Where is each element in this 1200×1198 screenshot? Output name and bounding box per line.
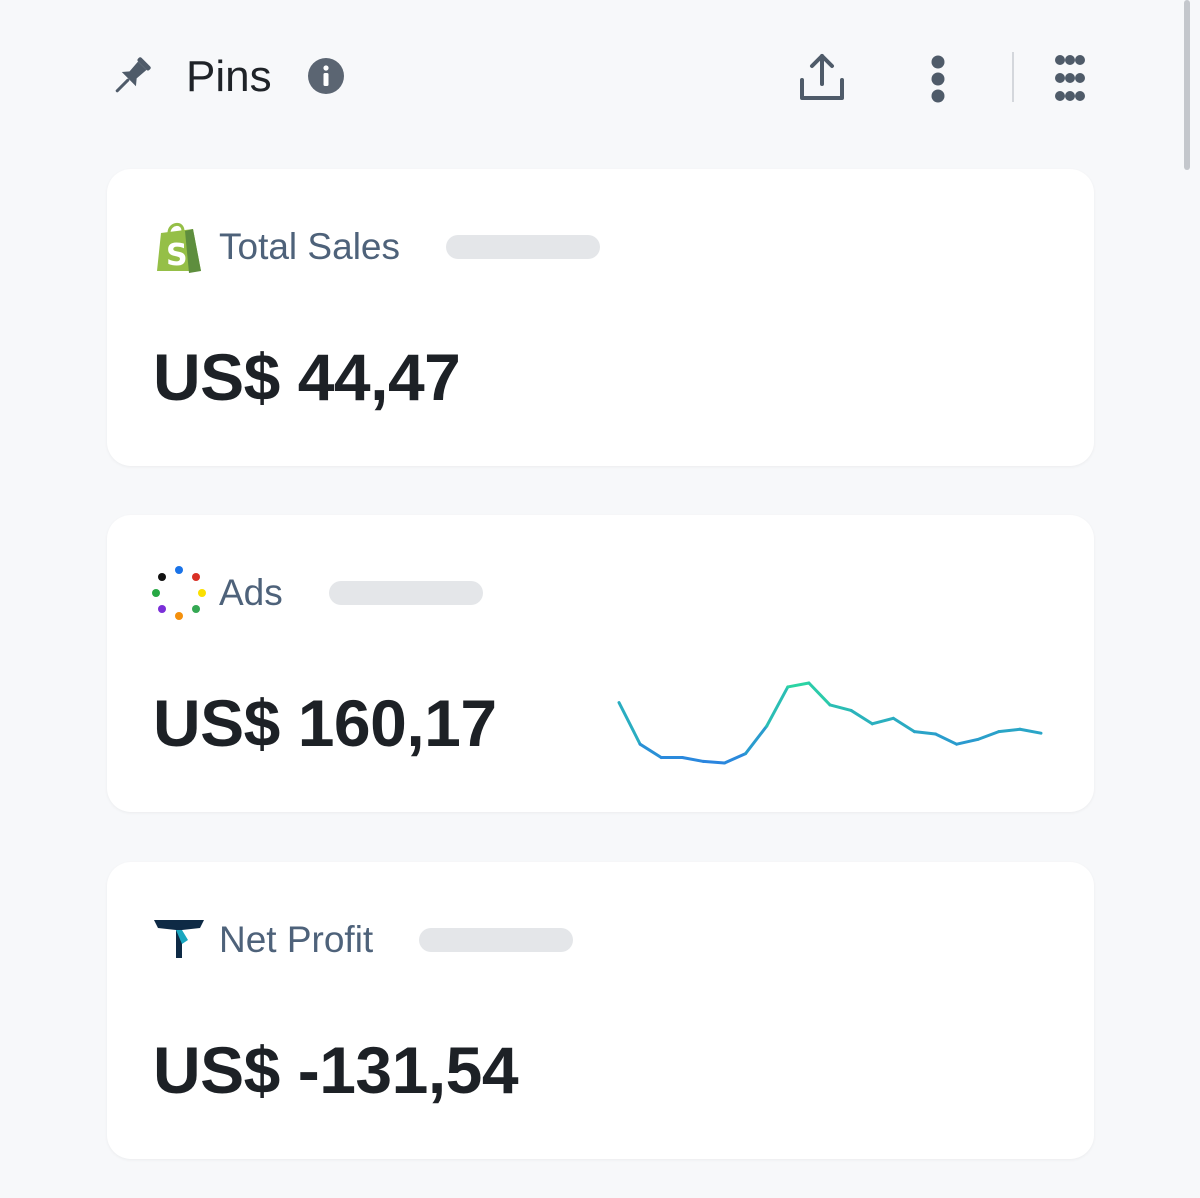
net-profit-card[interactable]: Net Profit US$ -131,54 <box>107 862 1094 1159</box>
sparkline-segment <box>912 730 937 736</box>
ads-dots-icon <box>151 565 207 621</box>
sparkline-segment <box>997 727 1022 734</box>
loading-placeholder <box>419 928 574 952</box>
card-title-row: Ads <box>151 563 483 623</box>
card-title: Ads <box>219 572 283 613</box>
sparkline-segment <box>976 730 1001 741</box>
sparkline-segment <box>807 681 832 707</box>
loading-placeholder <box>328 581 483 605</box>
sparkline-segment <box>701 759 726 765</box>
ads-card[interactable]: Ads US$ 160,17 <box>107 515 1094 812</box>
sparkline-segment <box>680 756 705 763</box>
share-icon[interactable] <box>794 50 850 106</box>
svg-text:S: S <box>166 238 188 273</box>
sparkline-segment <box>870 716 895 726</box>
card-title-row: S Total Sales <box>151 217 600 277</box>
sparkline-segment <box>1018 727 1043 735</box>
vertical-dots-icon[interactable] <box>922 50 954 106</box>
page-title: Pins <box>186 52 272 101</box>
card-value: US$ 160,17 <box>153 686 497 760</box>
sparkline-segment <box>828 703 853 712</box>
sparkline-segment <box>786 681 811 689</box>
pin-icon <box>115 57 151 93</box>
shopify-icon: S <box>151 219 207 275</box>
pins-header: Pins <box>106 48 1096 108</box>
card-title: Total Sales <box>219 226 400 267</box>
sparkline-segment <box>617 701 642 746</box>
sparkline-segment <box>891 716 916 734</box>
sparkline-segment <box>744 724 769 756</box>
grid-dots-icon[interactable] <box>1052 50 1088 106</box>
header-divider <box>1012 52 1014 102</box>
sparkline-segment <box>638 742 663 760</box>
triple-whale-icon <box>151 912 207 968</box>
sparkline-segment <box>723 752 748 765</box>
info-icon[interactable] <box>306 56 346 96</box>
card-value: US$ 44,47 <box>153 340 461 414</box>
scrollbar[interactable] <box>1184 0 1190 170</box>
ads-sparkline-chart <box>617 681 1043 765</box>
sparkline-segment <box>849 708 874 726</box>
card-title-row: Net Profit <box>151 910 574 970</box>
loading-placeholder <box>446 235 600 259</box>
total-sales-card[interactable]: S Total Sales US$ 44,47 <box>107 169 1094 466</box>
sparkline-segment <box>934 732 959 746</box>
card-title: Net Profit <box>219 919 374 960</box>
card-value: US$ -131,54 <box>153 1033 519 1107</box>
sparkline-segment <box>765 685 790 728</box>
sparkline-segment <box>955 737 980 746</box>
